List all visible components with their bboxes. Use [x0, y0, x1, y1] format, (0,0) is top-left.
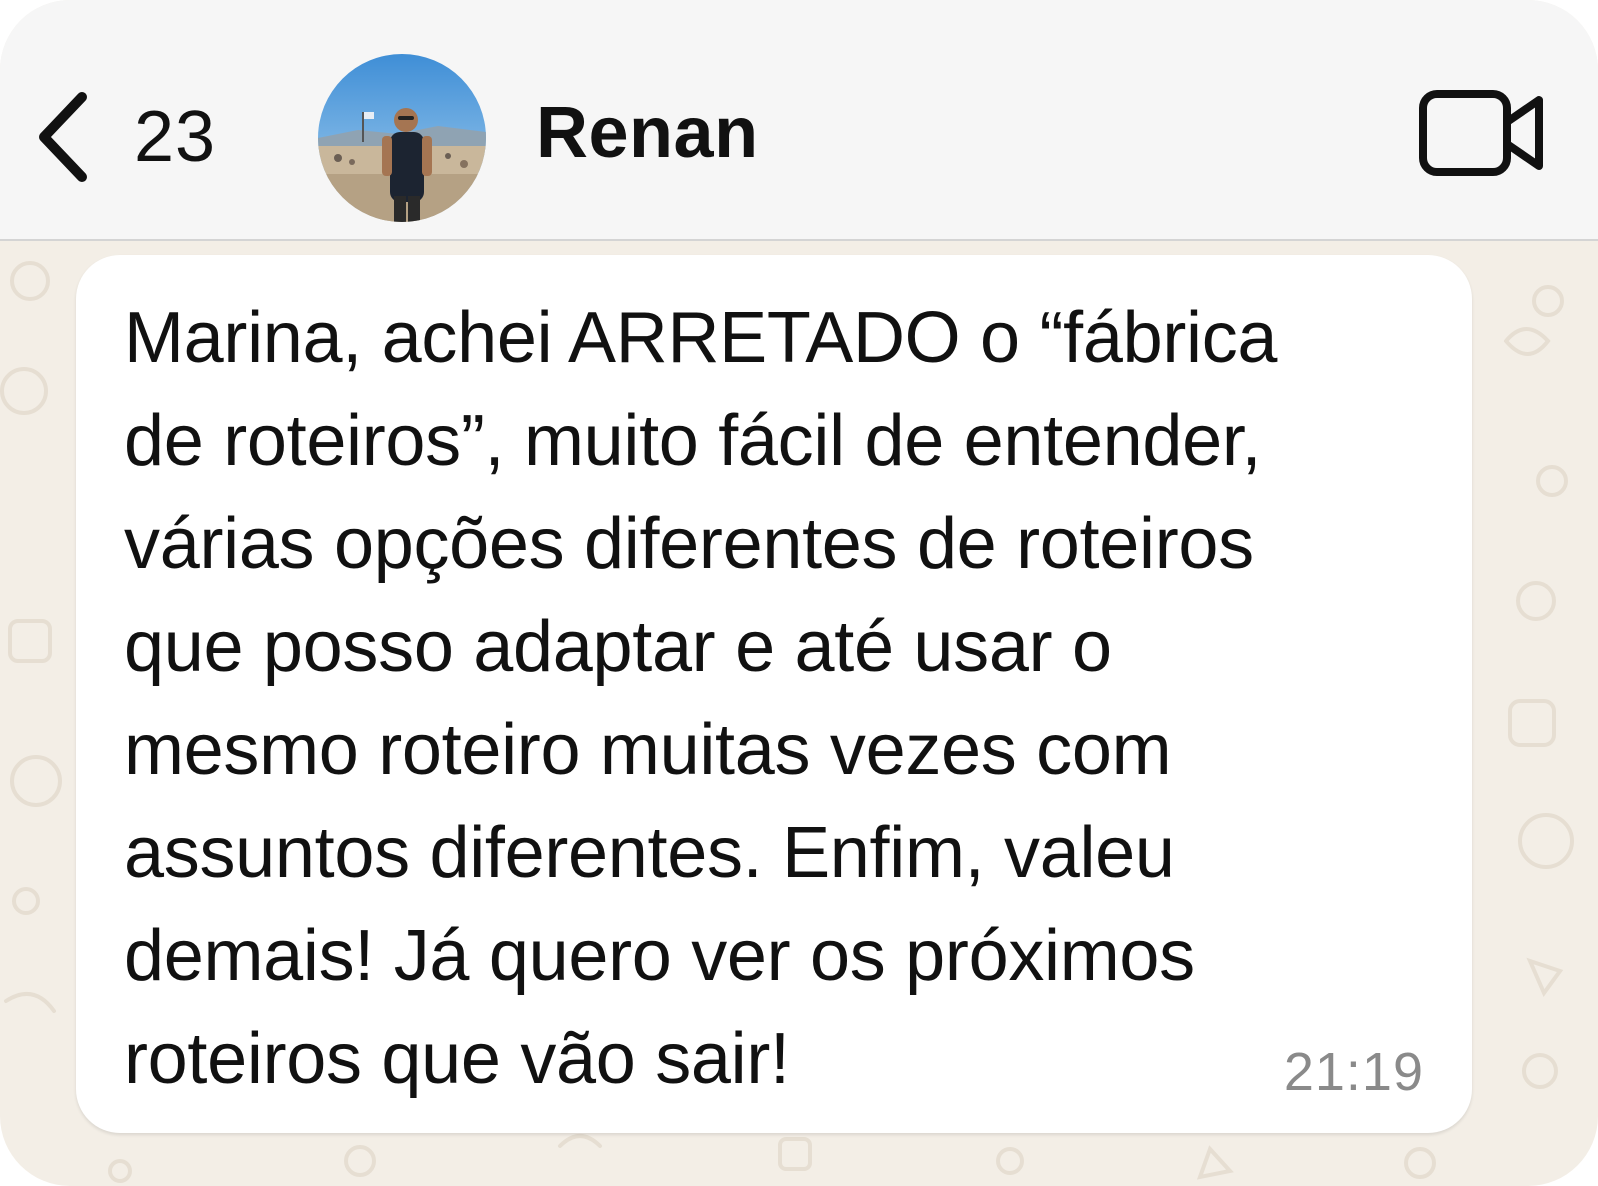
message-bubble[interactable]: Marina, achei ARRETADO o “fábrica de rot… — [76, 255, 1472, 1133]
message-text: Marina, achei ARRETADO o “fábrica de rot… — [124, 298, 1278, 1099]
avatar[interactable] — [318, 54, 486, 222]
message-timestamp: 21:19 — [1283, 1042, 1424, 1102]
unread-count: 23 — [134, 97, 217, 177]
chevron-left-icon — [39, 92, 87, 182]
video-camera-icon — [1419, 90, 1543, 176]
chat-screen: 23 Renan Marina, achei ARRETADO o “fábri… — [0, 0, 1598, 1186]
back-button[interactable]: 23 — [30, 82, 260, 192]
video-call-button[interactable] — [1418, 86, 1548, 182]
contact-name[interactable]: Renan — [536, 92, 759, 174]
chat-area: Marina, achei ARRETADO o “fábrica de rot… — [0, 241, 1598, 1186]
chat-header: 23 Renan — [0, 0, 1598, 241]
